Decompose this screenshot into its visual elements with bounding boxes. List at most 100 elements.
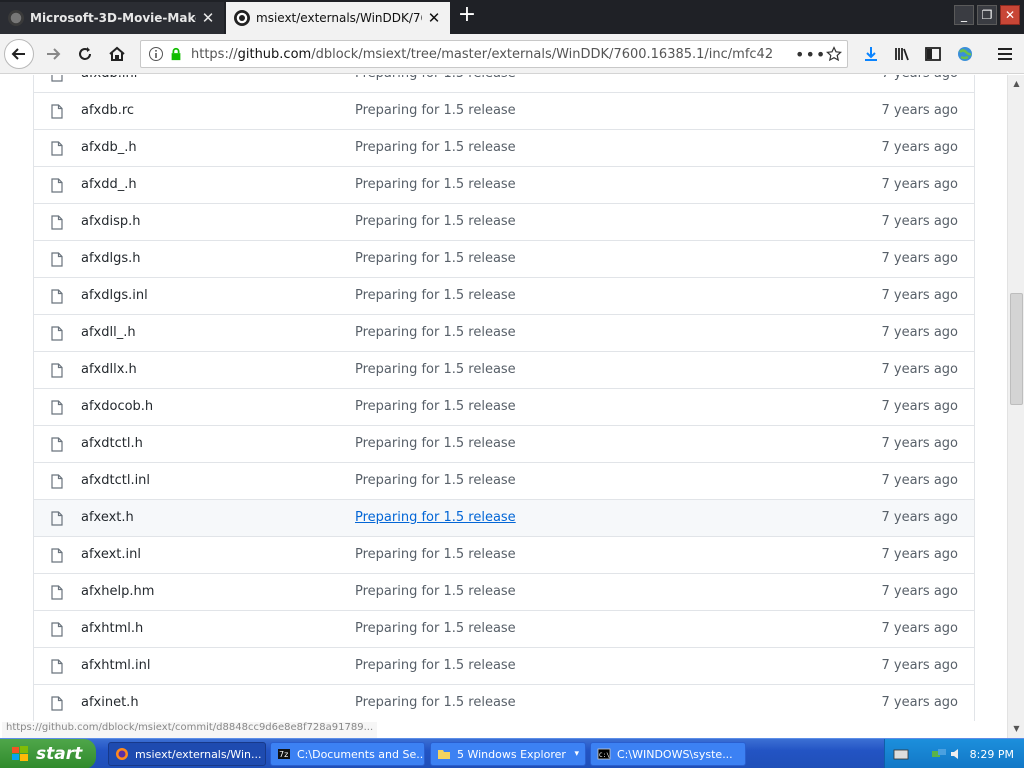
commit-message-link[interactable]: Preparing for 1.5 release xyxy=(355,547,516,562)
commit-message-link[interactable]: Preparing for 1.5 release xyxy=(355,399,516,414)
reload-button[interactable] xyxy=(70,39,100,69)
bookmark-star-icon[interactable] xyxy=(821,46,847,62)
task-windows-explorer[interactable]: 5 Windows Explorer ▾ xyxy=(430,742,586,766)
tab-msiext[interactable]: msiext/externals/WinDDK/7600.16 ✕ xyxy=(226,2,450,34)
tab-3d-movie-maker[interactable]: Microsoft-3D-Movie-Maker/kauai/s ✕ xyxy=(0,2,224,34)
globe-extension-icon xyxy=(958,47,972,61)
file-row[interactable]: afxdll_.h Preparing for 1.5 release 7 year… xyxy=(34,314,974,351)
commit-message-link[interactable]: Preparing for 1.5 release xyxy=(355,621,516,636)
group-dropdown-icon[interactable]: ▾ xyxy=(574,749,579,759)
commit-message-link[interactable]: Preparing for 1.5 release xyxy=(355,177,516,192)
file-name-link[interactable]: afxdocob.h xyxy=(81,399,153,414)
file-row[interactable]: afxinet.h Preparing for 1.5 release 7 year… xyxy=(34,684,974,721)
close-tab-icon[interactable]: ✕ xyxy=(426,9,442,27)
extension-button[interactable] xyxy=(950,39,980,69)
network-icon[interactable] xyxy=(931,746,947,762)
commit-message-link[interactable]: Preparing for 1.5 release xyxy=(355,436,516,451)
scrollbar-thumb[interactable] xyxy=(1010,293,1023,405)
file-name-link[interactable]: afxhelp.hm xyxy=(81,584,154,599)
forward-button[interactable] xyxy=(38,39,68,69)
new-tab-button[interactable]: + xyxy=(455,4,479,28)
commit-message-link[interactable]: Preparing for 1.5 release xyxy=(355,695,516,710)
info-icon[interactable] xyxy=(145,43,167,65)
commit-message-link[interactable]: Preparing for 1.5 release xyxy=(355,473,516,488)
file-name-link[interactable]: afxdd_.h xyxy=(81,177,137,192)
scroll-down-arrow-icon[interactable]: ▼ xyxy=(1010,722,1023,736)
file-icon xyxy=(51,252,63,267)
file-name-link[interactable]: afxdb.rc xyxy=(81,103,134,118)
file-name-link[interactable]: afxhtml.h xyxy=(81,621,143,636)
file-name-link[interactable]: afxdtctl.h xyxy=(81,436,143,451)
commit-message-link[interactable]: Preparing for 1.5 release xyxy=(355,103,516,118)
library-button[interactable] xyxy=(887,39,917,69)
system-tray: 8:29 PM xyxy=(884,739,1024,768)
file-icon xyxy=(51,363,63,378)
file-row[interactable]: afxdlgs.inl Preparing for 1.5 release 7 ye… xyxy=(34,277,974,314)
commit-message-link[interactable]: Preparing for 1.5 release xyxy=(355,214,516,229)
file-name-link[interactable]: afxext.inl xyxy=(81,547,141,562)
address-bar[interactable]: https://github.com/dblock/msiext/tree/ma… xyxy=(140,40,848,68)
commit-message-link[interactable]: Preparing for 1.5 release xyxy=(355,75,516,81)
vertical-scrollbar[interactable]: ▲ ▼ xyxy=(1007,75,1024,738)
file-row[interactable]: afxdtctl.inl Preparing for 1.5 release 7 y… xyxy=(34,462,974,499)
7zip-icon: 7z xyxy=(278,749,290,759)
file-row[interactable]: afxext.inl Preparing for 1.5 release 7 yea… xyxy=(34,536,974,573)
reload-icon xyxy=(79,47,91,60)
keyboard-icon[interactable] xyxy=(893,746,909,762)
file-name-link[interactable]: afxext.h xyxy=(81,510,134,525)
task-7zip[interactable]: 7z C:\Documents and Se... xyxy=(270,742,425,766)
commit-message-link[interactable]: Preparing for 1.5 release xyxy=(355,584,516,599)
sidebar-button[interactable] xyxy=(918,39,948,69)
file-name-link[interactable]: afxinet.h xyxy=(81,695,139,710)
file-name-link[interactable]: afxdlgs.inl xyxy=(81,288,148,303)
file-row[interactable]: afxdllx.h Preparing for 1.5 release 7 year… xyxy=(34,351,974,388)
commit-age: 7 years ago xyxy=(881,399,958,414)
file-name-link[interactable]: afxdtctl.inl xyxy=(81,473,150,488)
task-firefox[interactable]: msiext/externals/Win... xyxy=(108,742,266,766)
file-name-link[interactable]: afxdll_.h xyxy=(81,325,136,340)
restore-button[interactable]: ❐ xyxy=(977,5,997,25)
start-button[interactable]: start xyxy=(0,739,96,768)
file-row[interactable]: afxdlgs.h Preparing for 1.5 release 7 year… xyxy=(34,240,974,277)
svg-text:7z: 7z xyxy=(279,750,288,759)
home-button[interactable] xyxy=(102,39,132,69)
downloads-button[interactable] xyxy=(856,39,886,69)
commit-message-link[interactable]: Preparing for 1.5 release xyxy=(355,325,516,340)
close-window-button[interactable]: ✕ xyxy=(1000,5,1020,25)
file-row[interactable]: afxdb.inl Preparing for 1.5 release 7 year… xyxy=(34,75,974,92)
back-button[interactable] xyxy=(4,39,34,69)
scroll-up-arrow-icon[interactable]: ▲ xyxy=(1010,77,1023,91)
commit-message-link[interactable]: Preparing for 1.5 release xyxy=(355,288,516,303)
file-row[interactable]: afxext.h Preparing for 1.5 release 7 years… xyxy=(34,499,974,536)
library-icon xyxy=(895,48,909,61)
file-name-link[interactable]: afxdlgs.h xyxy=(81,251,141,266)
close-tab-icon[interactable]: ✕ xyxy=(200,9,216,27)
file-row[interactable]: afxdd_.h Preparing for 1.5 release 7 years… xyxy=(34,166,974,203)
commit-age: 7 years ago xyxy=(881,362,958,377)
task-cmd[interactable]: C:\ C:\WINDOWS\syste... xyxy=(590,742,746,766)
file-row[interactable]: afxdb.rc Preparing for 1.5 release 7 years… xyxy=(34,92,974,129)
commit-message-link[interactable]: Preparing for 1.5 release xyxy=(355,140,516,155)
file-name-link[interactable]: afxdb.inl xyxy=(81,75,137,81)
file-row[interactable]: afxdtctl.h Preparing for 1.5 release 7 yea… xyxy=(34,425,974,462)
commit-message-link[interactable]: Preparing for 1.5 release xyxy=(355,362,516,377)
file-row[interactable]: afxhtml.h Preparing for 1.5 release 7 year… xyxy=(34,610,974,647)
volume-icon[interactable] xyxy=(949,746,965,762)
file-row[interactable]: afxdb_.h Preparing for 1.5 release 7 years… xyxy=(34,129,974,166)
file-name-link[interactable]: afxdllx.h xyxy=(81,362,137,377)
file-name-link[interactable]: afxdb_.h xyxy=(81,140,137,155)
clock: 8:29 PM xyxy=(969,747,1014,761)
minimize-button[interactable]: _ xyxy=(954,5,974,25)
file-name-link[interactable]: afxhtml.inl xyxy=(81,658,150,673)
file-row[interactable]: afxhtml.inl Preparing for 1.5 release 7 ye… xyxy=(34,647,974,684)
commit-message-link[interactable]: Preparing for 1.5 release xyxy=(355,510,516,525)
menu-button[interactable] xyxy=(990,39,1020,69)
file-row[interactable]: afxhelp.hm Preparing for 1.5 release 7 yea… xyxy=(34,573,974,610)
file-row[interactable]: afxdocob.h Preparing for 1.5 release 7 yea… xyxy=(34,388,974,425)
page-actions-menu-icon[interactable]: ••• xyxy=(795,45,825,64)
commit-message-link[interactable]: Preparing for 1.5 release xyxy=(355,251,516,266)
commit-message-link[interactable]: Preparing for 1.5 release xyxy=(355,658,516,673)
file-name-link[interactable]: afxdisp.h xyxy=(81,214,141,229)
commit-age: 7 years ago xyxy=(881,510,958,525)
file-row[interactable]: afxdisp.h Preparing for 1.5 release 7 year… xyxy=(34,203,974,240)
